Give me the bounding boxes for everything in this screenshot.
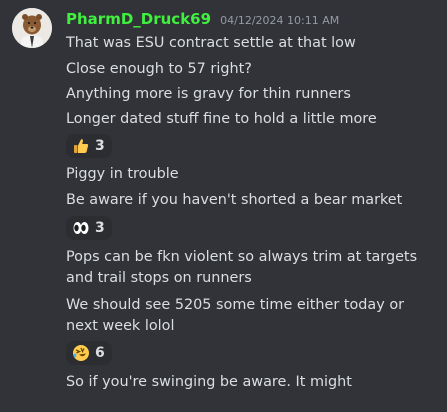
- username[interactable]: PharmD_Druck69: [66, 10, 211, 28]
- message-text: We should see 5205 some time either toda…: [66, 297, 405, 334]
- message-text: Close enough to 57 right?: [66, 61, 252, 77]
- reaction-rofl[interactable]: 6: [66, 341, 112, 365]
- thumbs-up-icon: [74, 139, 89, 153]
- rofl-icon: [73, 345, 89, 361]
- reaction-count: 6: [95, 345, 105, 361]
- message-text: Anything more is gravy for thin runners: [66, 86, 351, 102]
- bear-avatar-icon: [12, 8, 52, 48]
- message-text: Longer dated stuff fine to hold a little…: [66, 111, 377, 127]
- message-text: Be aware if you haven't shorted a bear m…: [66, 192, 403, 208]
- message-text: Pops can be fkn violent so always trim a…: [66, 249, 418, 286]
- message-text: That was ESU contract settle at that low: [66, 35, 356, 51]
- reaction-thumbs-up[interactable]: 3: [66, 134, 112, 158]
- message-header: PharmD_Druck69 04/12/2024 10:11 AM: [66, 9, 339, 28]
- message-text: Piggy in trouble: [66, 166, 179, 182]
- reaction-eyes[interactable]: 3: [66, 216, 112, 240]
- reaction-count: 3: [95, 220, 105, 236]
- reaction-count: 3: [95, 138, 105, 154]
- message-text: So if you're swinging be aware. It might: [66, 374, 352, 390]
- eyes-icon: [73, 222, 89, 234]
- avatar[interactable]: [12, 8, 52, 48]
- timestamp: 04/12/2024 10:11 AM: [220, 14, 340, 27]
